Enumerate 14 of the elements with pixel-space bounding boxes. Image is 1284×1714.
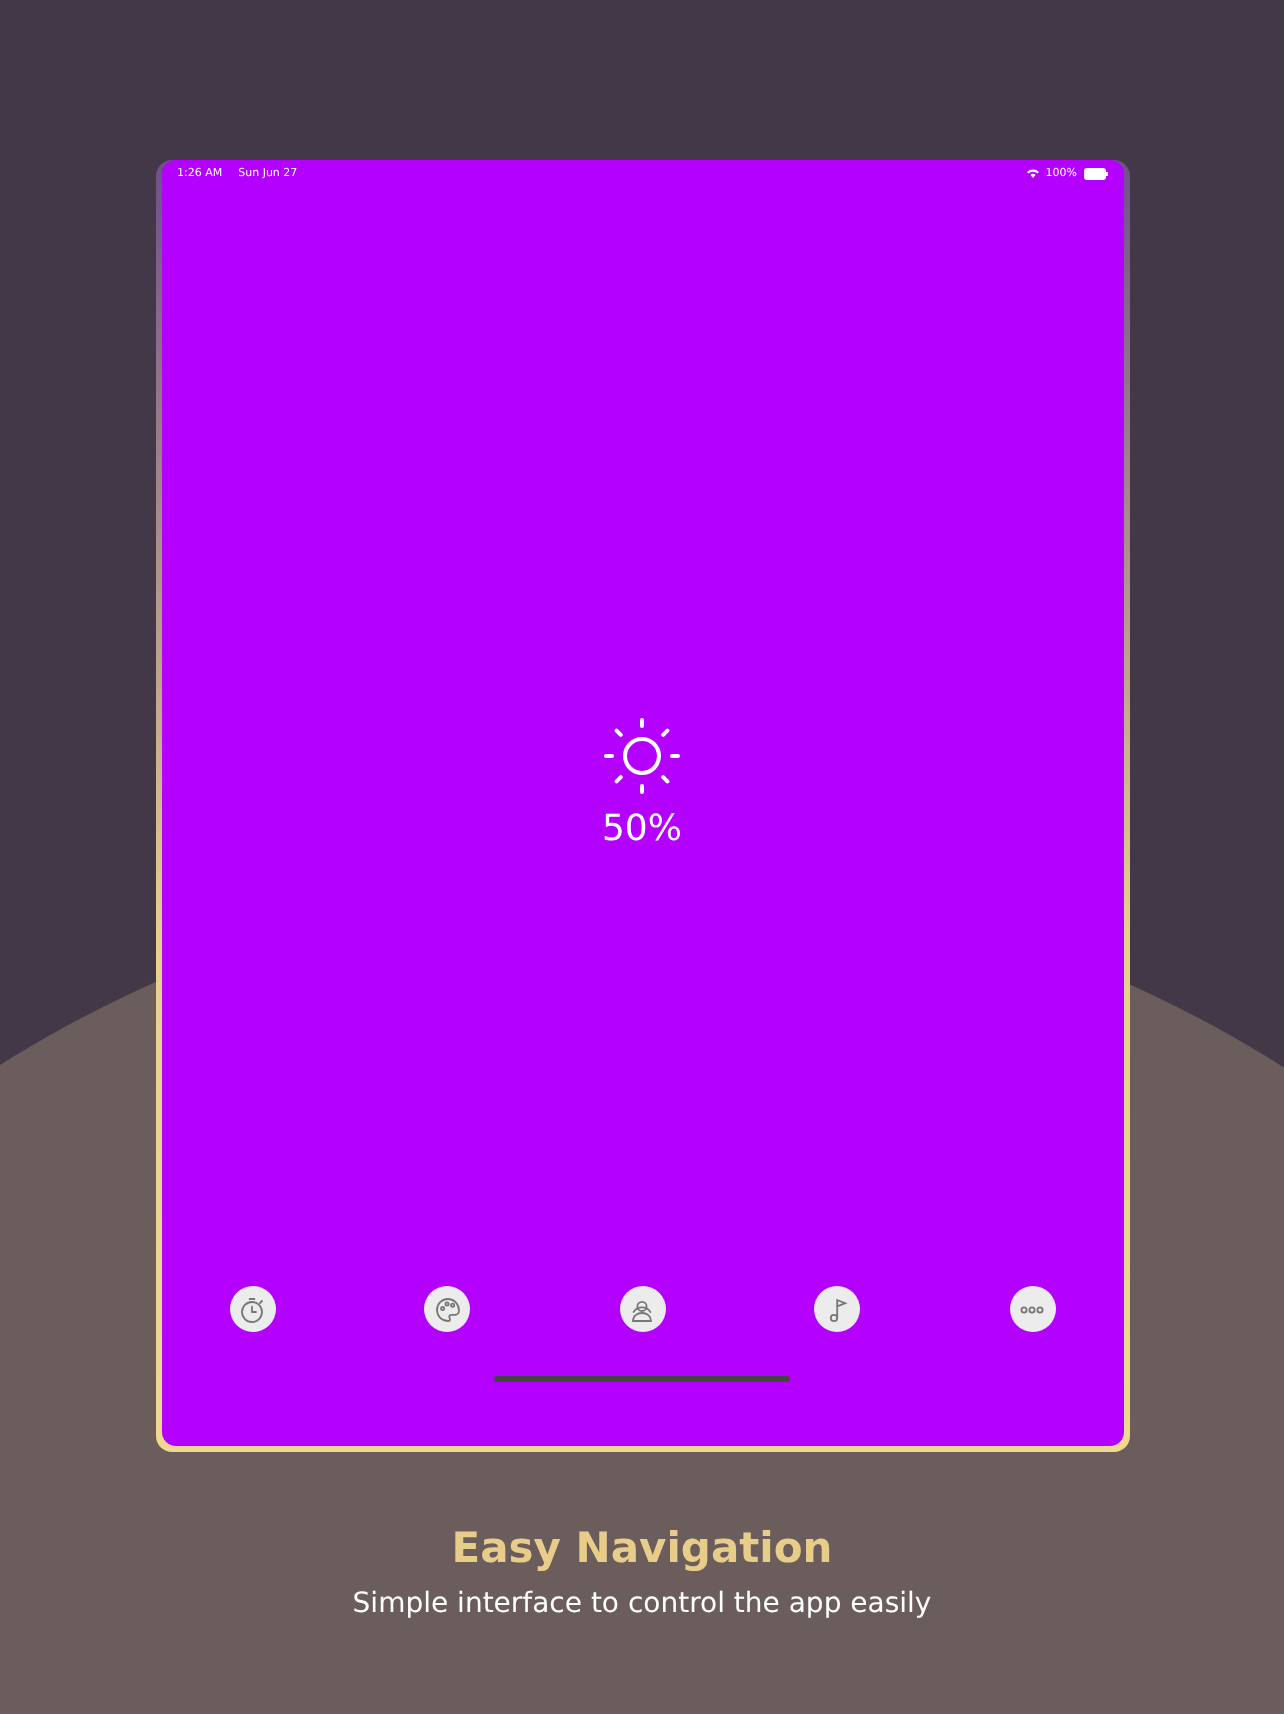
brightness-reading: 50%	[601, 808, 682, 850]
wifi-icon	[1025, 168, 1040, 178]
timer-button[interactable]	[229, 1286, 275, 1332]
stopwatch-icon	[238, 1295, 266, 1323]
music-button[interactable]	[814, 1286, 860, 1332]
person-icon	[628, 1295, 656, 1323]
palette-icon	[433, 1295, 461, 1323]
palette-button[interactable]	[424, 1286, 470, 1332]
more-button[interactable]	[1009, 1286, 1055, 1332]
caption-subtitle: Simple interface to control the app easily	[352, 1588, 932, 1620]
sun-icon	[601, 716, 682, 796]
battery-icon	[1083, 167, 1107, 179]
person-button[interactable]	[619, 1286, 665, 1332]
caption-title: Easy Navigation	[451, 1524, 833, 1572]
